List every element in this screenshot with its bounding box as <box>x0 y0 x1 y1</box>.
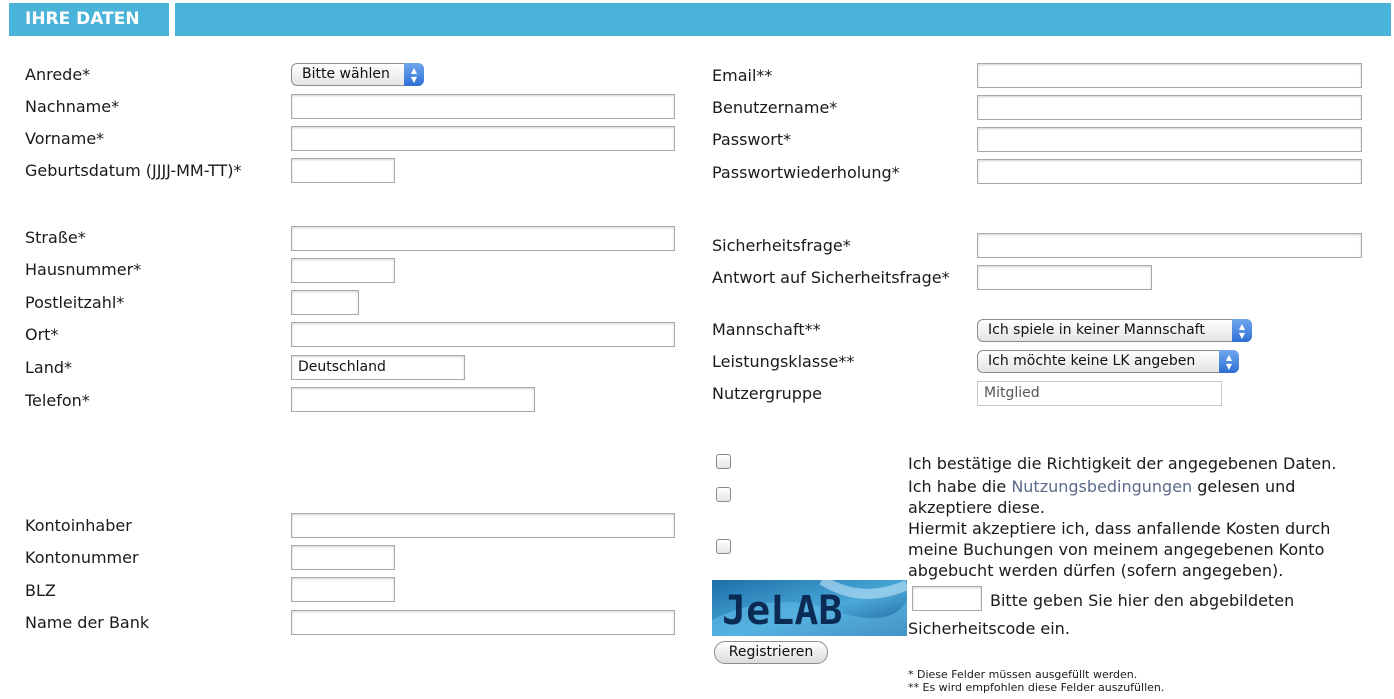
hausnummer-label: Hausnummer* <box>25 260 142 279</box>
leistungsklasse-select[interactable]: Ich möchte keine LK angeben ▲ ▼ <box>977 350 1239 373</box>
kontoinhaber-input[interactable] <box>291 513 675 538</box>
nachname-input[interactable] <box>291 94 675 119</box>
kontonummer-label: Kontonummer <box>25 548 139 567</box>
captcha-instruction-2: Sicherheitscode ein. <box>908 619 1070 638</box>
telefon-label: Telefon* <box>25 391 90 410</box>
anrede-select[interactable]: Bitte wählen ▲ ▼ <box>291 63 424 86</box>
sicherheitsfrage-label: Sicherheitsfrage* <box>712 236 851 255</box>
select-arrows-icon: ▲ ▼ <box>404 63 424 86</box>
kosten-checkbox[interactable] <box>716 539 731 554</box>
register-button[interactable]: Registrieren <box>714 641 828 664</box>
mannschaft-value: Ich spiele in keiner Mannschaft <box>988 322 1205 338</box>
nutzungsbedingungen-link[interactable]: Nutzungsbedingungen <box>1011 477 1192 496</box>
nutzung-text-pre: Ich habe die <box>908 477 1012 496</box>
anrede-value: Bitte wählen <box>302 66 390 82</box>
kontonummer-input[interactable] <box>291 545 395 570</box>
strasse-input[interactable] <box>291 226 675 251</box>
passwortwiederholung-input[interactable] <box>977 159 1362 184</box>
svg-text:JeLAB: JeLAB <box>722 588 842 634</box>
land-input[interactable]: Deutschland <box>291 355 465 380</box>
passwort-label: Passwort* <box>712 130 792 149</box>
vorname-input[interactable] <box>291 126 675 151</box>
nutzergruppe-field: Mitglied <box>977 381 1222 406</box>
land-label: Land* <box>25 358 73 377</box>
blz-label: BLZ <box>25 581 56 600</box>
benutzername-input[interactable] <box>977 95 1362 120</box>
benutzername-label: Benutzername* <box>712 98 838 117</box>
passwort-input[interactable] <box>977 127 1362 152</box>
geburtsdatum-label: Geburtsdatum (JJJJ-MM-TT)* <box>25 161 242 180</box>
recommended-footnote: ** Es wird empfohlen diese Felder auszuf… <box>908 681 1165 694</box>
nutzergruppe-label: Nutzergruppe <box>712 384 822 403</box>
antwort-label: Antwort auf Sicherheitsfrage* <box>712 268 950 287</box>
select-arrows-icon: ▲ ▼ <box>1232 319 1252 342</box>
email-input[interactable] <box>977 63 1362 88</box>
leistungsklasse-label: Leistungsklasse** <box>712 352 855 371</box>
vorname-label: Vorname* <box>25 129 105 148</box>
geburtsdatum-input[interactable] <box>291 158 395 183</box>
captcha-input[interactable] <box>912 586 982 611</box>
richtigkeit-checkbox[interactable] <box>716 454 731 469</box>
section-header-bar <box>175 3 1391 36</box>
sicherheitsfrage-input[interactable] <box>977 233 1362 258</box>
section-title: IHRE DATEN <box>9 3 169 36</box>
antwort-input[interactable] <box>977 265 1152 290</box>
plz-input[interactable] <box>291 290 359 315</box>
hausnummer-input[interactable] <box>291 258 395 283</box>
nutzungsbedingungen-text: Ich habe die Nutzungsbedingungen gelesen… <box>908 476 1348 518</box>
required-footnote: * Diese Felder müssen ausgefüllt werden. <box>908 668 1138 681</box>
kosten-text: Hiermit akzeptiere ich, dass anfallende … <box>908 519 1331 580</box>
captcha-instruction-1: Bitte geben Sie hier den abgebildeten <box>990 591 1295 610</box>
ort-input[interactable] <box>291 322 675 347</box>
ort-label: Ort* <box>25 325 59 344</box>
nutzungsbedingungen-checkbox[interactable] <box>716 487 731 502</box>
captcha-image: JeLAB <box>712 575 910 636</box>
passwortwiederholung-label: Passwortwiederholung* <box>712 163 900 182</box>
mannschaft-select[interactable]: Ich spiele in keiner Mannschaft ▲ ▼ <box>977 319 1252 342</box>
bankname-label: Name der Bank <box>25 613 150 632</box>
richtigkeit-text: Ich bestätige die Richtigkeit der angege… <box>908 454 1337 473</box>
anrede-label: Anrede* <box>25 65 91 84</box>
plz-label: Postleitzahl* <box>25 293 125 312</box>
email-label: Email** <box>712 66 773 85</box>
kontoinhaber-label: Kontoinhaber <box>25 516 132 535</box>
select-arrows-icon: ▲ ▼ <box>1219 350 1239 373</box>
bankname-input[interactable] <box>291 610 675 635</box>
telefon-input[interactable] <box>291 387 535 412</box>
strasse-label: Straße* <box>25 228 86 247</box>
mannschaft-label: Mannschaft** <box>712 320 821 339</box>
leistungsklasse-value: Ich möchte keine LK angeben <box>988 353 1196 369</box>
nachname-label: Nachname* <box>25 97 120 116</box>
blz-input[interactable] <box>291 577 395 602</box>
